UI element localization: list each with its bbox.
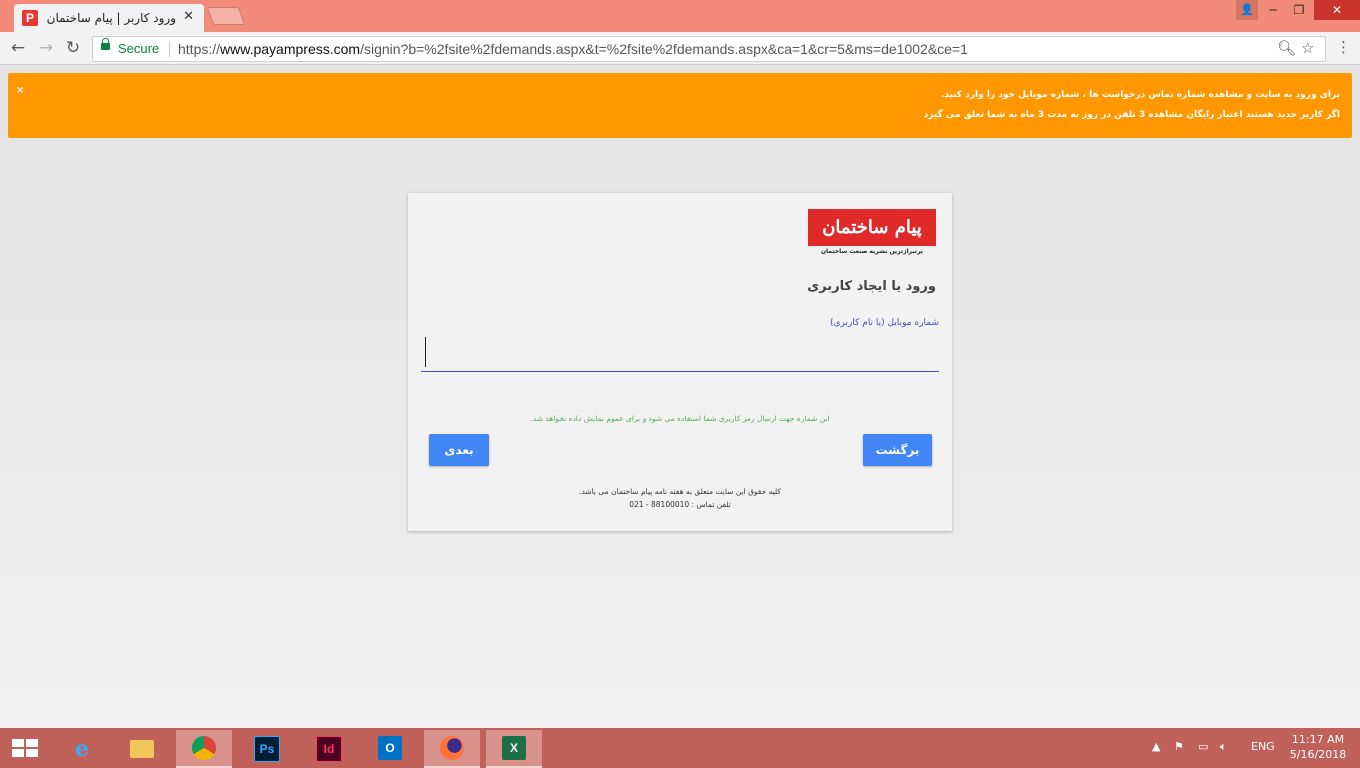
clock-date: 5/16/2018: [1289, 748, 1347, 761]
taskbar-indesign[interactable]: Id: [300, 730, 356, 766]
next-button[interactable]: بعدی: [429, 434, 489, 466]
new-tab-button[interactable]: [206, 7, 246, 25]
address-bar[interactable]: Secure https://www.payampress.com/signin…: [92, 36, 1326, 62]
back-button[interactable]: برگشت: [863, 434, 932, 466]
taskbar-file-explorer[interactable]: [114, 730, 170, 766]
page-title: ورود یا ایجاد کاربری: [807, 279, 936, 294]
url-scheme: https://: [178, 41, 221, 57]
reload-icon[interactable]: ↻: [61, 36, 85, 60]
power-icon[interactable]: ▭: [1198, 740, 1208, 753]
user-profile-icon[interactable]: 👤: [1236, 0, 1258, 20]
url-host: www.payampress.com: [220, 41, 361, 57]
browser-menu-icon[interactable]: ⋮: [1336, 38, 1351, 56]
mobile-input[interactable]: [421, 333, 939, 372]
browser-tab[interactable]: P ورود کاربر | پیام ساختمان ✕: [14, 4, 204, 32]
back-arrow-icon[interactable]: ←: [6, 36, 30, 60]
volume-icon[interactable]: 🔈︎: [1220, 740, 1227, 754]
system-clock[interactable]: 11:17 AM 5/16/2018: [1286, 732, 1350, 762]
browser-toolbar: ← → ↻ Secure https://www.payampress.com/…: [0, 32, 1360, 65]
photoshop-icon: Ps: [254, 736, 280, 762]
secure-label: Secure: [118, 41, 160, 56]
clock-time: 11:17 AM: [1291, 733, 1345, 746]
taskbar-chrome[interactable]: [176, 730, 232, 768]
taskbar-photoshop[interactable]: Ps: [238, 730, 294, 766]
zoom-magnifier-icon[interactable]: 🔍︎: [1277, 39, 1296, 57]
contact-phone-text: تلفن تماس : 88100010 - 021: [629, 500, 731, 509]
bookmark-star-icon[interactable]: ☆: [1301, 39, 1314, 57]
language-indicator[interactable]: ENG: [1251, 740, 1275, 753]
internet-explorer-icon: e: [75, 736, 89, 762]
url-text[interactable]: https://www.payampress.com/signin?b=%2fs…: [178, 41, 968, 57]
page-content: × برای ورود به سایت و مشاهده شماره تماس …: [0, 65, 1360, 728]
taskbar-excel[interactable]: X: [486, 730, 542, 768]
folder-icon: [130, 740, 154, 758]
login-card: پیام ساختمان پرتیراژترین نشریه صنعت ساخت…: [408, 193, 952, 531]
notice-line-2: اگر کاربر جدید هستید اعتبار رایگان مشاهد…: [923, 110, 1340, 120]
network-error-icon[interactable]: ⚑: [1174, 740, 1184, 753]
excel-icon: X: [502, 736, 526, 760]
payampress-favicon-icon: P: [22, 10, 38, 26]
taskbar-outlook[interactable]: O: [362, 730, 418, 766]
taskbar-firefox[interactable]: [424, 730, 480, 768]
mobile-field-label: شماره موبایل (یا نام کاربری): [829, 318, 939, 328]
tab-close-icon[interactable]: ✕: [183, 9, 194, 24]
tab-title: ورود کاربر | پیام ساختمان: [46, 11, 176, 25]
lock-icon: [101, 38, 110, 50]
logo-subtitle: پرتیراژترین نشریه صنعت ساختمان: [820, 248, 924, 255]
firefox-icon: [440, 736, 464, 760]
payam-sakhteman-logo: پیام ساختمان: [808, 209, 936, 246]
outlook-icon: O: [378, 736, 402, 760]
notice-close-icon[interactable]: ×: [16, 85, 24, 96]
windows-taskbar: e Ps Id O X ▲ ⚑ ▭ 🔈︎ ENG 11:17 AM 5/16/2…: [0, 728, 1360, 768]
notice-banner: × برای ورود به سایت و مشاهده شماره تماس …: [8, 73, 1352, 138]
windows-start-icon[interactable]: [12, 739, 38, 757]
window-close-icon[interactable]: ✕: [1314, 0, 1360, 20]
browser-titlebar: P ورود کاربر | پیام ساختمان ✕ 👤 ─ ❐ ✕: [0, 0, 1360, 32]
text-caret: [425, 337, 426, 367]
copyright-text: کلیه حقوق این سایت متعلق به هفته نامه پی…: [579, 487, 781, 496]
restore-icon[interactable]: ❐: [1284, 0, 1314, 20]
chrome-icon: [192, 736, 216, 760]
url-path: /signin?b=%2fsite%2fdemands.aspx&t=%2fsi…: [360, 41, 968, 57]
notice-line-1: برای ورود به سایت و مشاهده شماره تماس در…: [940, 90, 1340, 100]
indesign-icon: Id: [316, 736, 342, 762]
forward-arrow-icon[interactable]: →: [34, 36, 58, 60]
omnibox-divider: [169, 41, 170, 57]
taskbar-internet-explorer[interactable]: e: [54, 730, 110, 766]
tray-overflow-icon[interactable]: ▲: [1152, 740, 1160, 753]
mobile-hint-text: این شماره جهت ارسال رمز کاربری شما استفا…: [530, 414, 830, 423]
